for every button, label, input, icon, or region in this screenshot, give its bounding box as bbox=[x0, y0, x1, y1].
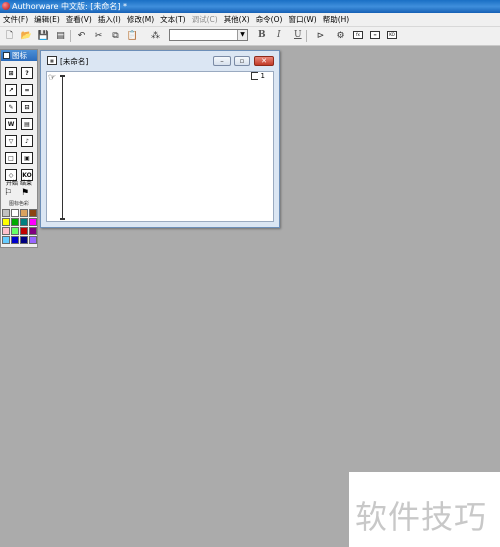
color-swatch[interactable] bbox=[2, 227, 10, 235]
color-swatch[interactable] bbox=[20, 236, 28, 244]
control-panel-icon[interactable]: ⚙ bbox=[335, 30, 346, 41]
toolbar-separator bbox=[306, 30, 307, 42]
menu-help[interactable]: 帮助(H) bbox=[320, 13, 353, 26]
menu-file[interactable]: 文件(F) bbox=[0, 13, 31, 26]
sound-icon[interactable]: ♪ bbox=[21, 135, 33, 147]
menu-command[interactable]: 命令(O) bbox=[253, 13, 286, 26]
palette-title: 图标 bbox=[12, 51, 27, 60]
text-style-select[interactable]: ▼ bbox=[169, 29, 248, 41]
framework-icon[interactable]: □ bbox=[5, 152, 17, 164]
chevron-down-icon[interactable]: ▼ bbox=[237, 30, 247, 40]
menu-text[interactable]: 文本(T) bbox=[157, 13, 188, 26]
maximize-button[interactable]: ▫ bbox=[234, 56, 250, 66]
color-swatch[interactable] bbox=[2, 236, 10, 244]
flags-row: ⚐ ⚑ bbox=[4, 188, 36, 198]
main-toolbar: 🗋 📂 💾 ▤ ↶ ✂ ⧉ 📋 ⁂ ▼ B I U ⊳ ⚙ fx ≡ KO bbox=[0, 27, 500, 46]
level-icon bbox=[250, 72, 258, 80]
main-flowline[interactable] bbox=[62, 76, 63, 220]
wait-icon[interactable]: W bbox=[5, 118, 17, 130]
functions-icon[interactable]: fx bbox=[353, 31, 363, 39]
watermark-text: 软件技巧 bbox=[355, 498, 488, 536]
color-swatch[interactable] bbox=[29, 209, 37, 217]
copy-icon[interactable]: ⧉ bbox=[110, 30, 121, 41]
icon-color-label: 图标色彩 bbox=[8, 201, 29, 207]
design-window-title: [未命名] bbox=[60, 57, 89, 66]
color-swatch[interactable] bbox=[11, 236, 19, 244]
variables-icon[interactable]: ≡ bbox=[370, 31, 380, 39]
palette-title-bar[interactable]: 图标 bbox=[1, 50, 37, 61]
authorware-app-icon bbox=[2, 2, 10, 10]
color-swatch[interactable] bbox=[29, 236, 37, 244]
map-icon[interactable]: ⊟ bbox=[21, 101, 33, 113]
menu-view[interactable]: 查看(V) bbox=[63, 13, 95, 26]
level-indicator: 1 bbox=[250, 72, 265, 80]
menu-debug[interactable]: 调试(C) bbox=[189, 13, 221, 26]
undo-icon[interactable]: ↶ bbox=[76, 30, 87, 41]
erase-icon[interactable]: ✎ bbox=[5, 101, 17, 113]
color-swatch[interactable] bbox=[20, 227, 28, 235]
digital-movie-icon[interactable]: ▤ bbox=[21, 118, 33, 130]
menu-bar: 文件(F) 编辑(E) 查看(V) 插入(I) 修改(M) 文本(T) 调试(C… bbox=[0, 13, 500, 27]
paste-hand-icon[interactable]: ☞ bbox=[48, 73, 56, 83]
app-title-bar: Authorware 中文版: [未命名] * bbox=[0, 0, 500, 13]
video-icon[interactable]: ▣ bbox=[21, 152, 33, 164]
open-file-icon[interactable]: 📂 bbox=[21, 30, 32, 41]
color-swatch[interactable] bbox=[11, 209, 19, 217]
color-swatch[interactable] bbox=[20, 218, 28, 226]
run-icon[interactable]: ⊳ bbox=[315, 30, 326, 41]
design-window-title-bar[interactable]: ▦ [未命名] – ▫ ✕ bbox=[41, 51, 279, 71]
cut-icon[interactable]: ✂ bbox=[93, 30, 104, 41]
color-swatch[interactable] bbox=[2, 218, 10, 226]
paste-icon[interactable]: 📋 bbox=[127, 30, 138, 41]
color-swatch[interactable] bbox=[29, 218, 37, 226]
start-flag-icon[interactable]: ⚐ bbox=[4, 188, 12, 198]
color-swatch[interactable] bbox=[29, 227, 37, 235]
underline-button[interactable]: U bbox=[294, 30, 302, 40]
flags-label: 开始 结束 bbox=[6, 180, 32, 187]
display-icon[interactable]: ⊞ bbox=[5, 67, 17, 79]
flowline-canvas[interactable]: ☞ 1 bbox=[46, 71, 274, 222]
save-all-icon[interactable]: 💾 bbox=[38, 30, 49, 41]
icon-palette: 图标 ⊞? ↗ = ✎ ⊟ W ▤ ▽ ♪ □ ▣ ◇ KO 开始 结束 ⚐ ⚑ 图标色彩 bbox=[0, 49, 38, 248]
find-icon[interactable]: ⁂ bbox=[150, 30, 161, 41]
level-label: 1 bbox=[260, 72, 265, 80]
new-file-icon[interactable]: 🗋 bbox=[4, 30, 15, 41]
flowline-end-marker bbox=[60, 218, 65, 220]
menu-window[interactable]: 窗口(W) bbox=[285, 13, 319, 26]
minimize-button[interactable]: – bbox=[213, 56, 231, 66]
close-button[interactable]: ✕ bbox=[254, 56, 274, 66]
menu-other[interactable]: 其他(X) bbox=[221, 13, 253, 26]
import-icon[interactable]: ▤ bbox=[55, 30, 66, 41]
motion-icon[interactable]: ↗ bbox=[5, 84, 17, 96]
knowledge-objects-icon[interactable]: KO bbox=[387, 31, 397, 39]
window-title: Authorware 中文版: [未命名] * bbox=[12, 2, 127, 11]
toolbar-separator bbox=[70, 30, 71, 42]
calculation-icon[interactable]: = bbox=[21, 84, 33, 96]
bold-button[interactable]: B bbox=[258, 30, 266, 40]
menu-insert[interactable]: 插入(I) bbox=[95, 13, 124, 26]
watermark: 软件技巧 bbox=[349, 472, 500, 547]
color-swatch[interactable] bbox=[20, 209, 28, 217]
flowchart-window-icon: ▦ bbox=[47, 56, 57, 65]
menu-edit[interactable]: 编辑(E) bbox=[31, 13, 63, 26]
interaction-icon[interactable]: ? bbox=[21, 67, 33, 79]
color-swatch[interactable] bbox=[2, 209, 10, 217]
color-swatch[interactable] bbox=[11, 227, 19, 235]
palette-icon bbox=[3, 52, 10, 59]
design-window: ▦ [未命名] – ▫ ✕ ☞ 1 bbox=[40, 50, 280, 228]
navigate-icon[interactable]: ▽ bbox=[5, 135, 17, 147]
color-swatch[interactable] bbox=[11, 218, 19, 226]
stop-flag-icon[interactable]: ⚑ bbox=[21, 188, 29, 198]
menu-modify[interactable]: 修改(M) bbox=[124, 13, 157, 26]
italic-button[interactable]: I bbox=[277, 30, 281, 40]
